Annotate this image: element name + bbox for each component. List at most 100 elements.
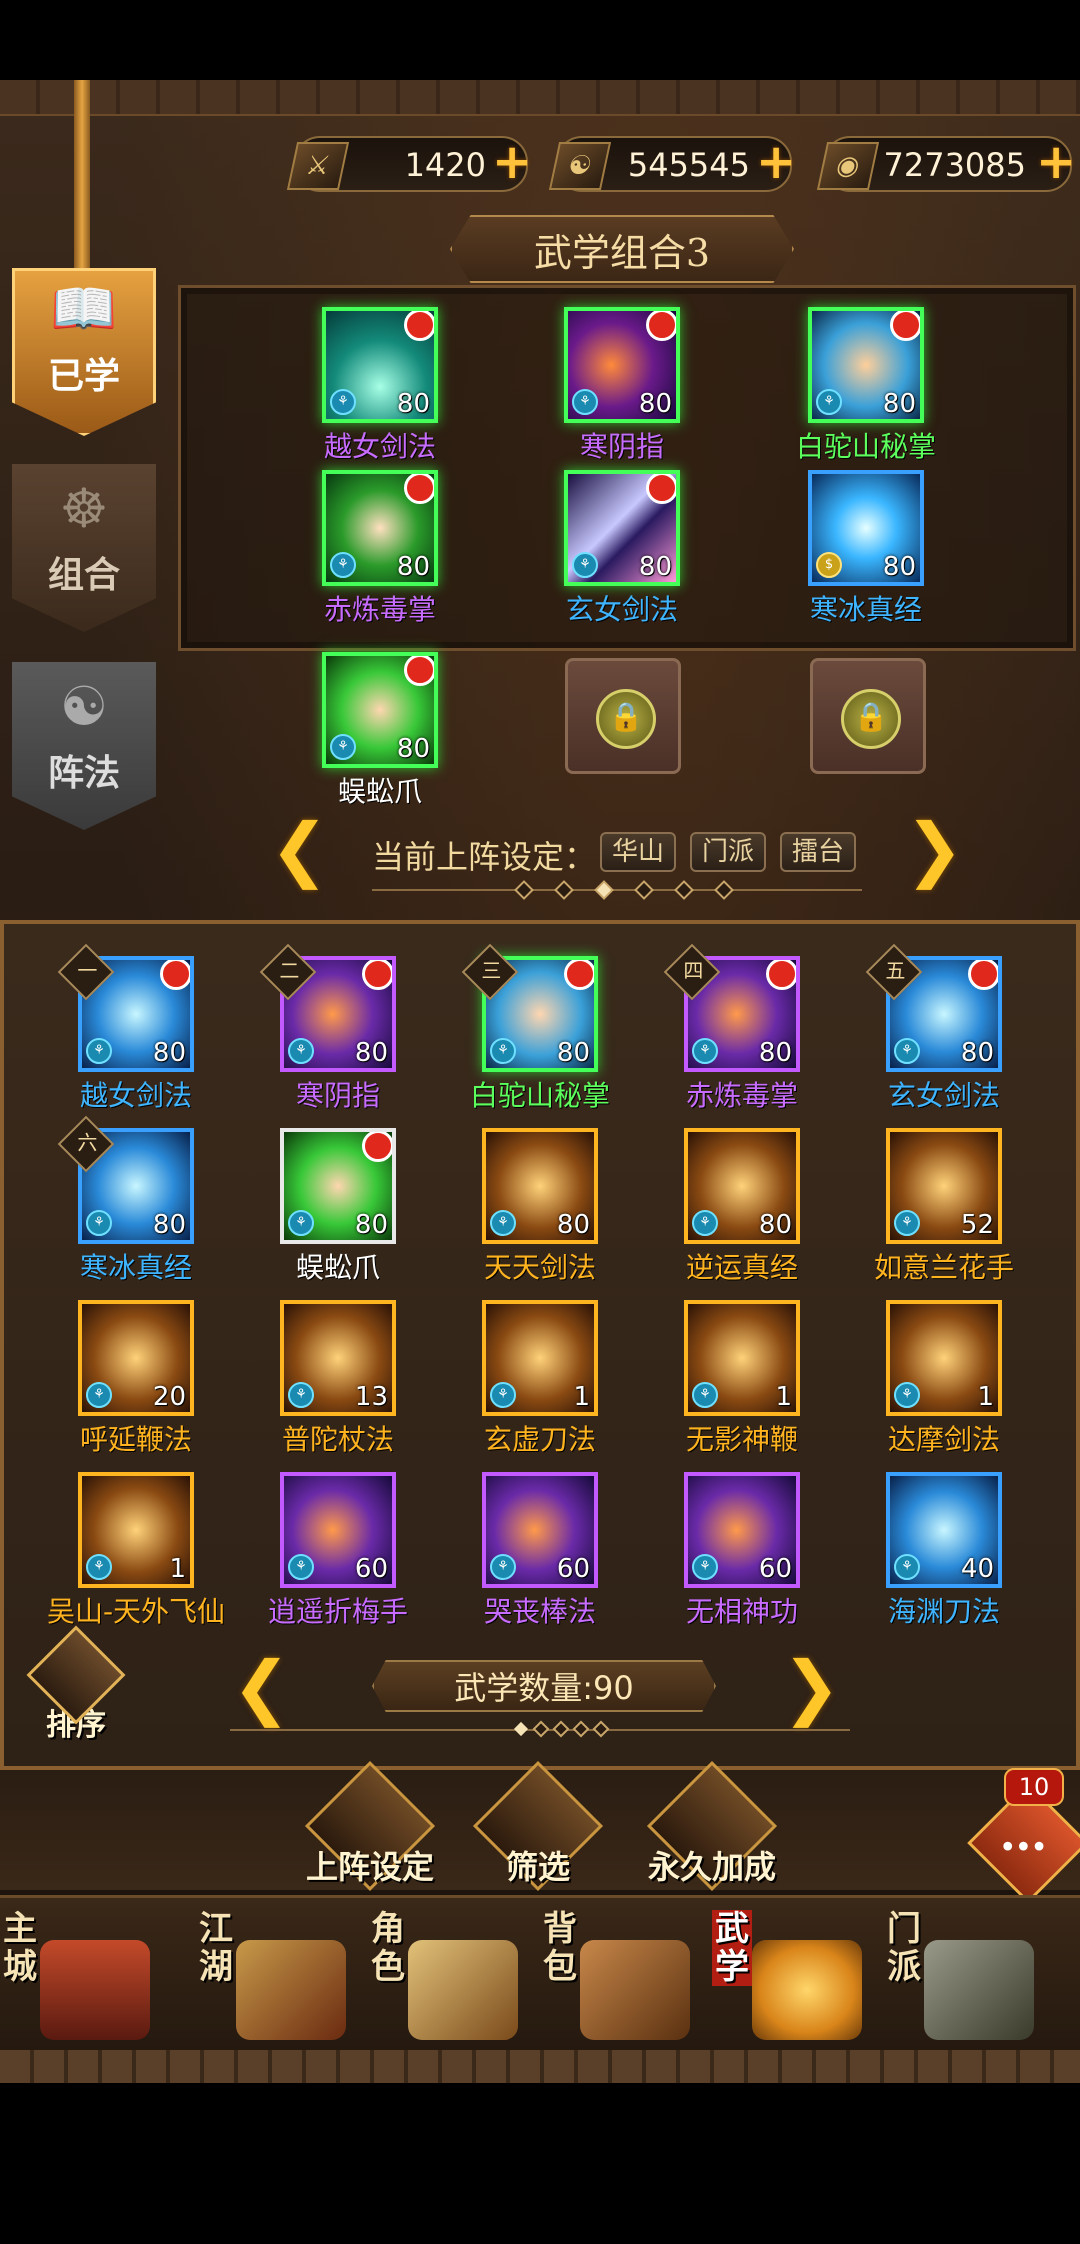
- add-currency-button[interactable]: +: [756, 138, 796, 186]
- skill-level: 80: [758, 1038, 792, 1068]
- learned-skill[interactable]: ⚘ 60 哭丧棒法: [470, 1472, 610, 1630]
- learned-skill[interactable]: ⚘ 60 逍遥折梅手: [268, 1472, 408, 1630]
- skill-level: 80: [152, 1210, 186, 1240]
- skill-icon: ⚘ 80: [564, 307, 680, 423]
- new-dot: [968, 960, 998, 990]
- skill-icon: ⚘ 80: [280, 1128, 396, 1244]
- skill-icon: ⚘ 80: [564, 470, 680, 586]
- learned-skill[interactable]: ⚘ 40 海渊刀法: [874, 1472, 1014, 1630]
- sort-button[interactable]: 排序: [26, 1625, 126, 1743]
- learned-skill[interactable]: ⚘ 1 无影神鞭: [672, 1300, 812, 1458]
- currency-bar-3: ◉ 7273085 +: [816, 136, 1076, 192]
- element-gem-icon: ⚘: [288, 1554, 314, 1580]
- element-gem-icon: ⚘: [86, 1382, 112, 1408]
- locked-slot[interactable]: 🔒: [565, 658, 681, 774]
- skill-level: 80: [960, 1038, 994, 1068]
- flame-book-icon: 📖: [50, 277, 118, 340]
- prev-combo-arrow[interactable]: ❮: [270, 808, 329, 890]
- learned-skill[interactable]: 四 ⚘ 80 赤炼毒掌: [663, 943, 812, 1114]
- nav-label: 背包: [543, 1909, 577, 1987]
- skill-icon: ⚘ 80: [322, 470, 438, 586]
- learned-skill[interactable]: ⚘ 80 逆运真经: [672, 1128, 812, 1286]
- element-gem-icon: ⚘: [692, 1038, 718, 1064]
- combo-skill[interactable]: ⚘ 80 越女剑法: [310, 307, 450, 465]
- skill-level: 60: [758, 1554, 792, 1584]
- skill-icon: ⚘ 60: [482, 1472, 598, 1588]
- element-gem-icon: ⚘: [490, 1038, 516, 1064]
- palace-icon: [40, 1940, 150, 2040]
- learned-skill[interactable]: 五 ⚘ 80 玄女剑法: [865, 943, 1014, 1114]
- lineup-tag: 华山: [600, 832, 677, 872]
- lineup-settings-button[interactable]: 上阵设定: [290, 1760, 450, 1892]
- skill-level: 80: [556, 1210, 590, 1240]
- learned-skill[interactable]: ⚘ 13 普陀杖法: [268, 1300, 408, 1458]
- element-gem-icon: ⚘: [490, 1554, 516, 1580]
- learned-skill[interactable]: ⚘ 52 如意兰花手: [874, 1128, 1014, 1286]
- next-combo-arrow[interactable]: ❯: [905, 808, 964, 890]
- learned-skill[interactable]: ⚘ 60 无相神功: [672, 1472, 812, 1630]
- element-gem-icon: ⚘: [86, 1554, 112, 1580]
- skill-level: 40: [960, 1554, 994, 1584]
- nav-jianghu[interactable]: 江湖: [196, 1910, 366, 2070]
- combo-skill[interactable]: $80 寒冰真经: [796, 470, 936, 628]
- skill-name: 赤炼毒掌: [323, 593, 436, 626]
- nav-sect[interactable]: 门派: [884, 1910, 1054, 2070]
- permanent-bonus-button[interactable]: 永久加成: [632, 1760, 792, 1892]
- filter-button[interactable]: 筛选: [458, 1760, 618, 1892]
- tab-combo[interactable]: ☸ 组合: [12, 464, 156, 632]
- learned-skill[interactable]: 一 ⚘ 80 越女剑法: [57, 943, 206, 1114]
- tab-learned[interactable]: 📖 已学: [12, 268, 156, 436]
- yinyang-coin-icon: ☯: [548, 142, 612, 190]
- element-gem-icon: ⚘: [490, 1382, 516, 1408]
- next-page-arrow[interactable]: ❯: [782, 1646, 841, 1728]
- learned-skill[interactable]: 二 ⚘ 80 寒阴指: [259, 943, 408, 1114]
- skill-name: 如意兰花手: [874, 1251, 1015, 1284]
- prev-page-arrow[interactable]: ❮: [232, 1646, 291, 1728]
- skill-icon: ⚘ 80: [684, 1128, 800, 1244]
- skill-name: 天天剑法: [483, 1251, 596, 1284]
- action-label: 筛选: [505, 1848, 570, 1886]
- combo-skill[interactable]: ⚘ 80 玄女剑法: [552, 470, 692, 628]
- tab-formation[interactable]: ☯ 阵法: [12, 662, 156, 830]
- scroll-icon: ☸: [59, 477, 109, 540]
- skill-level: 60: [556, 1554, 590, 1584]
- skill-name: 普陀杖法: [281, 1423, 394, 1456]
- learned-skill[interactable]: ⚘ 80 天天剑法: [470, 1128, 610, 1286]
- nav-character[interactable]: 角色: [368, 1910, 538, 2070]
- element-gem-icon: ⚘: [692, 1554, 718, 1580]
- element-gem-icon: ⚘: [86, 1210, 112, 1236]
- nav-label: 角色: [371, 1909, 405, 1987]
- lineup-tag: 门派: [690, 832, 767, 872]
- learned-skill[interactable]: ⚘ 20 呼延鞭法: [66, 1300, 206, 1458]
- combo-skill[interactable]: ⚘ 80 白驼山秘掌: [796, 307, 936, 465]
- skill-level: 20: [152, 1382, 186, 1412]
- add-currency-button[interactable]: +: [1036, 138, 1076, 186]
- learned-skill[interactable]: ⚘ 80 蜈蚣爪: [268, 1128, 408, 1286]
- learned-skill[interactable]: 三 ⚘ 80 白驼山秘掌: [461, 943, 611, 1114]
- combo-skill[interactable]: ⚘ 80 寒阴指: [552, 307, 692, 465]
- skill-icon: ⚘ 60: [280, 1472, 396, 1588]
- combo-skill[interactable]: ⚘ 80 赤炼毒掌: [310, 470, 450, 628]
- locked-slot[interactable]: 🔒: [810, 658, 926, 774]
- add-currency-button[interactable]: +: [492, 138, 532, 186]
- skill-icon: ⚘ 60: [684, 1472, 800, 1588]
- learned-skill[interactable]: 六 ⚘ 80 寒冰真经: [57, 1115, 206, 1286]
- element-gem-icon: ⚘: [490, 1210, 516, 1236]
- skill-name: 逆运真经: [685, 1251, 798, 1284]
- nav-label: 门派: [887, 1909, 921, 1987]
- banner-icon: [236, 1940, 346, 2040]
- nav-martial-arts[interactable]: 武学: [712, 1910, 882, 2070]
- skill-level: 13: [354, 1382, 388, 1412]
- skill-level: 60: [354, 1554, 388, 1584]
- learned-skill[interactable]: ⚘ 1 吴山-天外飞仙: [41, 1472, 231, 1630]
- combo-skill[interactable]: ⚘ 80 蜈蚣爪: [310, 652, 450, 810]
- learned-skill[interactable]: ⚘ 1 达摩剑法: [874, 1300, 1014, 1458]
- learned-skill[interactable]: ⚘ 1 玄虚刀法: [470, 1300, 610, 1458]
- page-indicator: [230, 1720, 850, 1738]
- nav-main-city[interactable]: 主城: [0, 1910, 170, 2070]
- skill-name: 白驼山秘掌: [470, 1079, 611, 1112]
- element-gem-icon: ⚘: [894, 1038, 920, 1064]
- element-gem-icon: ⚘: [288, 1382, 314, 1408]
- skill-name: 玄女剑法: [887, 1079, 1000, 1112]
- nav-bag[interactable]: 背包: [540, 1910, 710, 2070]
